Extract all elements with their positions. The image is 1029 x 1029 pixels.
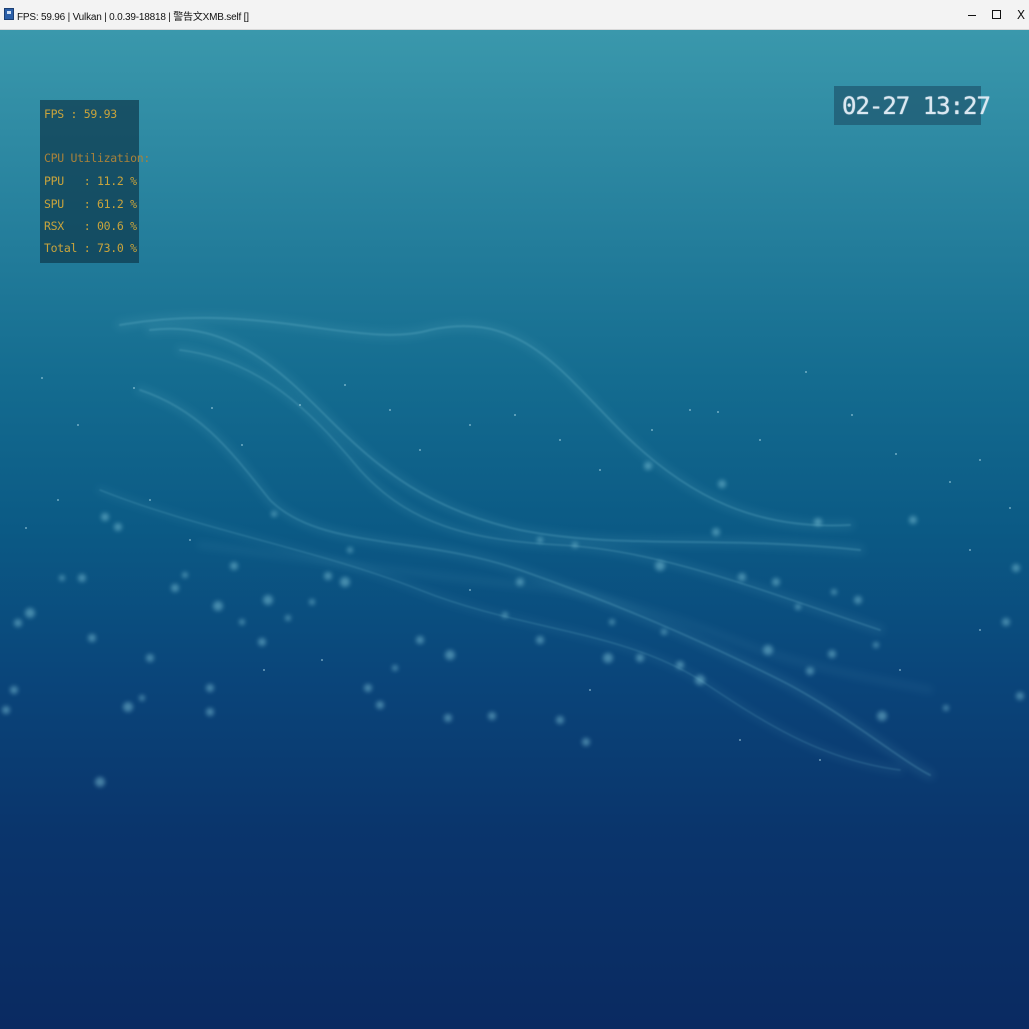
- maximize-icon: [991, 10, 1001, 19]
- clock-datetime: 02-27 13:27: [842, 92, 991, 120]
- fps-readout: FPS : 59.93: [44, 107, 117, 121]
- wave-line: [96, 486, 904, 774]
- wave-line: [119, 316, 851, 527]
- rsx-readout: RSX : 00.6 %: [44, 219, 137, 233]
- minimize-icon: [968, 15, 976, 16]
- wave-line: [196, 541, 934, 694]
- app-icon[interactable]: [4, 8, 14, 20]
- wave-background: [2, 312, 1024, 787]
- wave-line: [139, 389, 931, 776]
- total-readout: Total : 73.0 %: [44, 241, 137, 255]
- performance-overlay: FPS : 59.93 CPU Utilization: PPU : 11.2 …: [40, 100, 150, 263]
- ppu-readout: PPU : 11.2 %: [44, 174, 137, 188]
- wave-line: [115, 312, 855, 531]
- window-title: FPS: 59.96 | Vulkan | 0.0.39-18818 | 警告文…: [17, 12, 249, 23]
- cpu-utilization-header: CPU Utilization:: [44, 151, 150, 165]
- game-viewport[interactable]: FPS : 59.93 CPU Utilization: PPU : 11.2 …: [0, 30, 1029, 1029]
- close-button[interactable]: X: [1001, 0, 1029, 30]
- spu-readout: SPU : 61.2 %: [44, 197, 137, 211]
- clock-panel: 02-27 13:27: [834, 86, 991, 125]
- window-titlebar[interactable]: FPS: 59.96 | Vulkan | 0.0.39-18818 | 警告文…: [0, 0, 1029, 30]
- wave-line: [135, 385, 935, 780]
